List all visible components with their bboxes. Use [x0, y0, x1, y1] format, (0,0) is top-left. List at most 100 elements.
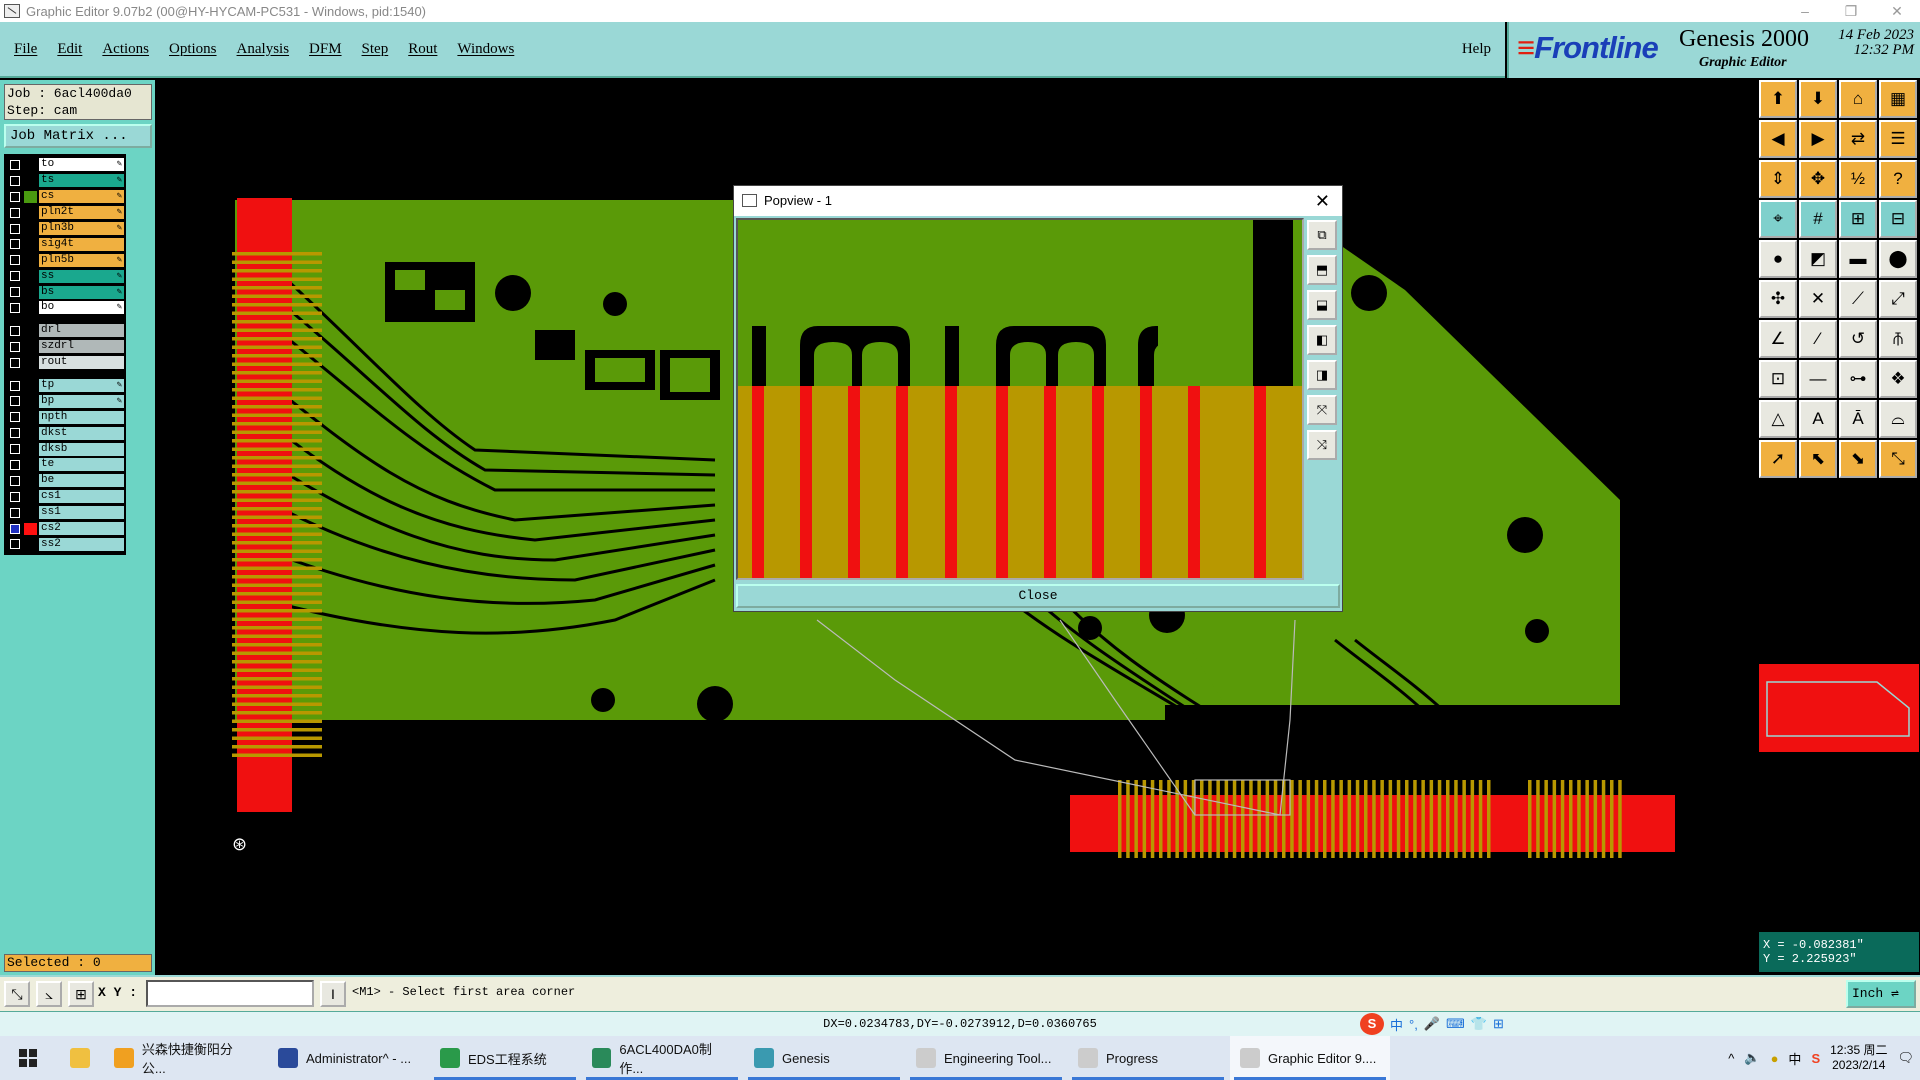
- layer-color-swatch[interactable]: [24, 340, 37, 353]
- layer-color-swatch[interactable]: [24, 301, 37, 314]
- layer-name[interactable]: ss1: [39, 506, 124, 520]
- layer-name[interactable]: ts ✎: [39, 174, 124, 188]
- layer-row[interactable]: szdrl: [4, 339, 126, 355]
- layer-row[interactable]: dkst: [4, 425, 126, 441]
- layer-color-swatch[interactable]: [24, 443, 37, 456]
- layer-checkbox[interactable]: [10, 357, 20, 368]
- layer-checkbox[interactable]: [10, 159, 20, 170]
- layer-checkbox[interactable]: [10, 396, 20, 407]
- layer-row[interactable]: bs ✎: [4, 284, 126, 300]
- menu-rout[interactable]: Rout: [398, 41, 447, 58]
- xy-input[interactable]: [146, 980, 314, 1007]
- layer-checkbox[interactable]: [10, 271, 20, 282]
- taskbar-app[interactable]: Administrator^ - ...: [268, 1036, 428, 1080]
- measure-icon[interactable]: ⊞: [1839, 200, 1877, 238]
- layer-color-swatch[interactable]: [24, 379, 37, 392]
- layer-checkbox[interactable]: [10, 380, 20, 391]
- layer-checkbox[interactable]: [10, 523, 20, 534]
- tray-chevron-icon[interactable]: ^: [1728, 1051, 1734, 1066]
- ime-skin-icon[interactable]: 👕: [1471, 1016, 1487, 1032]
- layer-checkbox[interactable]: [10, 223, 20, 234]
- trace-icon[interactable]: ⫚: [1879, 320, 1917, 358]
- layer-color-swatch[interactable]: [24, 395, 37, 408]
- layer-name[interactable]: dksb: [39, 442, 124, 456]
- layer-name[interactable]: te: [39, 458, 124, 472]
- layer-color-swatch[interactable]: [24, 490, 37, 503]
- layout-icon[interactable]: ▦: [1879, 80, 1917, 118]
- unit-toggle[interactable]: Inch ⇌: [1846, 980, 1916, 1008]
- scale-icon[interactable]: ½: [1839, 160, 1877, 198]
- layer-name[interactable]: npth: [39, 410, 124, 424]
- explorer-button[interactable]: [58, 1036, 102, 1080]
- layer-name[interactable]: szdrl: [39, 340, 124, 354]
- popview-pan-left-icon[interactable]: ◧: [1307, 325, 1337, 355]
- notification-icon[interactable]: 🗨: [1897, 1050, 1914, 1066]
- step-icon[interactable]: ☰: [1879, 120, 1917, 158]
- ruler-icon[interactable]: ⊟: [1879, 200, 1917, 238]
- popview-close-button[interactable]: Close: [736, 584, 1340, 608]
- layer-color-swatch[interactable]: [24, 158, 37, 171]
- job-matrix-button[interactable]: Job Matrix ...: [4, 124, 152, 148]
- snap-icon[interactable]: ⌖: [1759, 200, 1797, 238]
- layer-row[interactable]: bo ✎: [4, 300, 126, 316]
- clock[interactable]: 12:35 周二 2023/2/14: [1830, 1043, 1887, 1073]
- layer-checkbox[interactable]: [10, 459, 20, 470]
- text-a-icon[interactable]: A: [1799, 400, 1837, 438]
- select-icon[interactable]: ⬉: [1799, 440, 1837, 478]
- tray-sogou-icon[interactable]: S: [1811, 1051, 1820, 1066]
- taskbar-app[interactable]: Graphic Editor 9....: [1230, 1036, 1390, 1080]
- layer-name[interactable]: tp ✎: [39, 379, 124, 393]
- layer-row[interactable]: ts ✎: [4, 173, 126, 189]
- layer-name[interactable]: to ✎: [39, 158, 124, 172]
- ime-punct[interactable]: °,: [1409, 1017, 1418, 1032]
- layer-checkbox[interactable]: [10, 302, 20, 313]
- layer-name[interactable]: cs ✎: [39, 190, 124, 204]
- layer-name[interactable]: drl: [39, 324, 124, 338]
- grid-mode-icon[interactable]: ⊞: [68, 981, 94, 1007]
- angle-mode-icon[interactable]: ⦣: [36, 981, 62, 1007]
- arc-icon[interactable]: ↺: [1839, 320, 1877, 358]
- layer-checkbox[interactable]: [10, 475, 20, 486]
- layer-name[interactable]: pln5b ✎: [39, 253, 124, 267]
- layer-row[interactable]: ss1: [4, 505, 126, 521]
- layer-row[interactable]: ss ✎: [4, 268, 126, 284]
- layer-checkbox[interactable]: [10, 325, 20, 336]
- minimap[interactable]: [1759, 664, 1919, 752]
- volume-icon[interactable]: 🔈: [1744, 1050, 1760, 1066]
- layer-row[interactable]: pln3b ✎: [4, 221, 126, 237]
- layer-row[interactable]: te: [4, 457, 126, 473]
- ime-keyboard-icon[interactable]: ⌨: [1446, 1016, 1465, 1032]
- layer-color-swatch[interactable]: [24, 506, 37, 519]
- layer-name[interactable]: bp ✎: [39, 394, 124, 408]
- layer-name[interactable]: pln3b ✎: [39, 222, 124, 235]
- color-icon[interactable]: ◩: [1799, 240, 1837, 278]
- layer-name[interactable]: rout: [39, 356, 124, 370]
- layer-row[interactable]: dksb: [4, 441, 126, 457]
- page-up-icon[interactable]: ⬆: [1759, 80, 1797, 118]
- layer-name[interactable]: ss ✎: [39, 269, 124, 283]
- layer-name[interactable]: cs2: [39, 522, 124, 536]
- select-area-icon[interactable]: ⬊: [1839, 440, 1877, 478]
- fit-vertical-icon[interactable]: ⇕: [1759, 160, 1797, 198]
- minimize-button[interactable]: –: [1782, 3, 1828, 19]
- center-icon[interactable]: ✥: [1799, 160, 1837, 198]
- pointer-icon[interactable]: ➚: [1759, 440, 1797, 478]
- layer-checkbox[interactable]: [10, 412, 20, 423]
- layer-color-swatch[interactable]: [24, 356, 37, 369]
- layer-color-swatch[interactable]: [24, 474, 37, 487]
- layer-color-swatch[interactable]: [24, 190, 37, 203]
- layer-name[interactable]: cs1: [39, 490, 124, 504]
- hline-icon[interactable]: ⊶: [1839, 360, 1877, 398]
- sogou-icon[interactable]: S: [1360, 1013, 1384, 1035]
- layer-row[interactable]: be: [4, 473, 126, 489]
- node-icon[interactable]: ✣: [1759, 280, 1797, 318]
- layer-color-swatch[interactable]: [24, 174, 37, 187]
- popview-zoom-fit-icon[interactable]: ⧉: [1307, 220, 1337, 250]
- line-width-icon[interactable]: ▬: [1839, 240, 1877, 278]
- taskbar-app[interactable]: Progress: [1068, 1036, 1228, 1080]
- menu-help[interactable]: Help: [1462, 41, 1491, 58]
- connect-icon[interactable]: ⟋: [1839, 280, 1877, 318]
- layer-color-swatch[interactable]: [24, 427, 37, 440]
- grid-icon[interactable]: #: [1799, 200, 1837, 238]
- layer-checkbox[interactable]: [10, 207, 20, 218]
